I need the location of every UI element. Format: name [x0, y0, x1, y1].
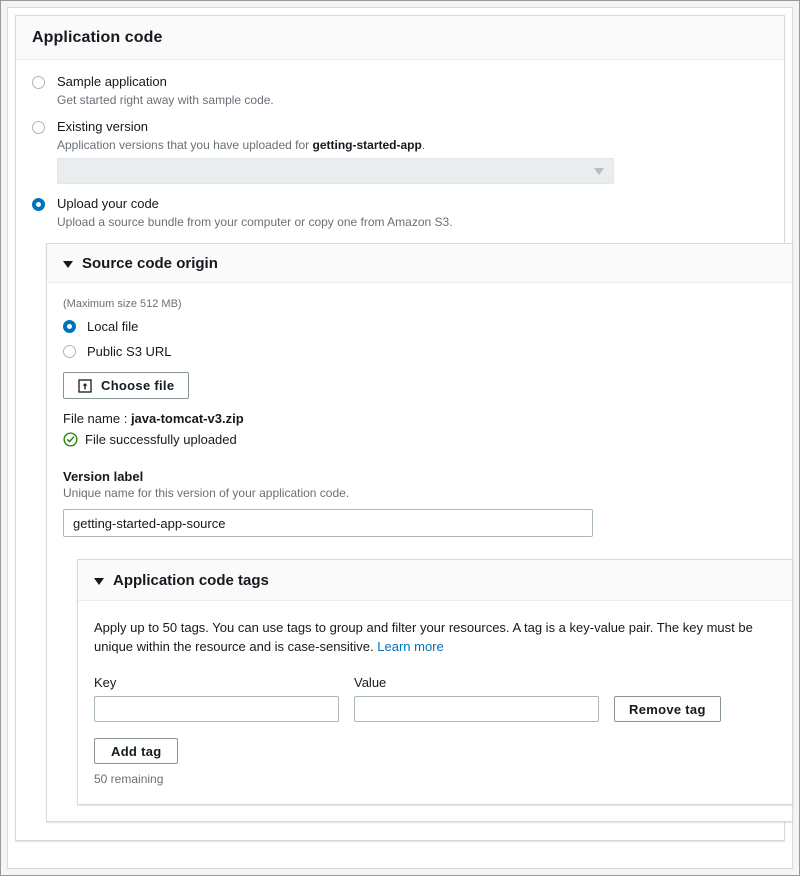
- radio-existing-version-description: Application versions that you have uploa…: [57, 137, 768, 153]
- existing-version-desc-suffix: .: [421, 138, 426, 152]
- application-code-panel-body: Sample application Get started right awa…: [16, 60, 793, 840]
- max-size-note: (Maximum size 512 MB): [63, 298, 182, 310]
- add-tag-row: Add tag 50 remaining: [94, 738, 776, 786]
- radio-option-public-s3-url[interactable]: Public S3 URL: [63, 344, 776, 359]
- application-code-tags-panel: Application code tags Apply up to 50 tag…: [77, 559, 793, 805]
- radio-existing-version-texts: Existing version Application versions th…: [57, 119, 768, 153]
- radio-option-sample-application[interactable]: Sample application Get started right awa…: [32, 74, 768, 108]
- tag-row: Key Value Remove tag: [94, 675, 776, 722]
- tag-key-header: Key: [94, 675, 117, 690]
- application-code-tags-header[interactable]: Application code tags: [78, 560, 792, 601]
- application-code-panel-header: Application code: [16, 16, 784, 60]
- radio-public-s3-url-label: Public S3 URL: [87, 344, 172, 359]
- triangle-down-icon[interactable]: [63, 261, 73, 268]
- screen-content: Application code Sample application Get …: [7, 7, 793, 869]
- source-code-origin-body: (Maximum size 512 MB) Local file Public …: [47, 283, 793, 821]
- upload-status-text: File successfully uploaded: [85, 432, 237, 447]
- screenshot-frame: Application code Sample application Get …: [0, 0, 800, 876]
- tag-key-input[interactable]: [94, 696, 339, 722]
- radio-option-existing-version[interactable]: Existing version Application versions th…: [32, 119, 768, 153]
- file-name-label: File name :: [63, 411, 128, 426]
- version-label-title: Version label: [63, 469, 144, 484]
- check-circle-icon: [63, 432, 78, 447]
- existing-version-desc-prefix: Application versions that you have uploa…: [57, 138, 313, 152]
- source-code-origin-title-row: Source code origin: [63, 255, 776, 272]
- learn-more-link[interactable]: Learn more: [377, 639, 443, 654]
- radio-upload-your-code[interactable]: [32, 198, 45, 211]
- source-code-origin-title: Source code origin: [82, 255, 218, 272]
- tag-value-header: Value: [354, 675, 387, 690]
- page-title: Application code: [32, 29, 163, 46]
- version-label-field: Version label Unique name for this versi…: [63, 468, 776, 537]
- choose-file-button[interactable]: Choose file: [63, 372, 190, 399]
- tag-value-column: Value: [354, 675, 599, 722]
- tag-value-input[interactable]: [354, 696, 599, 722]
- radio-sample-application-description: Get started right away with sample code.: [57, 93, 274, 107]
- radio-local-file-label: Local file: [87, 319, 139, 334]
- tag-key-column: Key: [94, 675, 339, 722]
- radio-existing-version-label: Existing version: [57, 119, 149, 134]
- upload-icon: [78, 378, 92, 393]
- application-code-tags-title: Application code tags: [113, 572, 269, 589]
- file-name-row: File name : java-tomcat-v3.zip: [63, 411, 776, 426]
- remove-tag-button[interactable]: Remove tag: [614, 696, 721, 722]
- radio-local-file[interactable]: [63, 320, 76, 333]
- version-label-hint: Unique name for this version of your app…: [63, 486, 350, 500]
- version-label-input[interactable]: [63, 509, 593, 537]
- radio-upload-your-code-description: Upload a source bundle from your compute…: [57, 215, 453, 229]
- add-tag-button[interactable]: Add tag: [94, 738, 179, 764]
- file-name-value: java-tomcat-v3.zip: [130, 411, 244, 426]
- radio-sample-application-texts: Sample application Get started right awa…: [57, 74, 768, 108]
- existing-version-select[interactable]: [57, 158, 614, 184]
- radio-upload-your-code-texts: Upload your code Upload a source bundle …: [57, 196, 768, 230]
- choose-file-button-label: Choose file: [101, 378, 175, 393]
- source-code-origin-header[interactable]: Source code origin: [47, 244, 792, 283]
- radio-public-s3-url[interactable]: [63, 345, 76, 358]
- radio-option-upload-your-code[interactable]: Upload your code Upload a source bundle …: [32, 196, 768, 230]
- application-code-tags-title-row: Application code tags: [94, 572, 776, 589]
- triangle-down-icon[interactable]: [94, 578, 104, 585]
- source-code-origin-panel: Source code origin (Maximum size 512 MB)…: [46, 243, 793, 822]
- application-code-panel: Application code Sample application Get …: [15, 15, 793, 841]
- tags-description: Apply up to 50 tags. You can use tags to…: [94, 618, 776, 656]
- radio-option-local-file[interactable]: Local file: [63, 319, 776, 334]
- radio-sample-application-label: Sample application: [57, 74, 167, 89]
- tags-remaining-text: 50 remaining: [94, 772, 164, 786]
- existing-version-app-name: getting-started-app: [312, 138, 422, 152]
- upload-status: File successfully uploaded: [63, 432, 776, 447]
- radio-sample-application[interactable]: [32, 76, 45, 89]
- chevron-down-icon: [594, 167, 604, 175]
- radio-upload-your-code-label: Upload your code: [57, 196, 159, 211]
- application-code-tags-body: Apply up to 50 tags. You can use tags to…: [78, 601, 792, 804]
- radio-existing-version[interactable]: [32, 121, 45, 134]
